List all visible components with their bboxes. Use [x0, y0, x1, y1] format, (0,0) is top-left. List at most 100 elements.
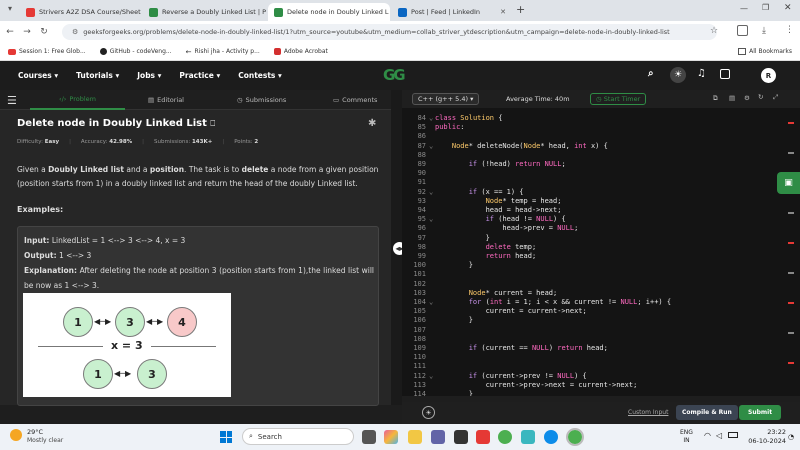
code-line[interactable]: 114 }: [402, 390, 473, 396]
download-icon[interactable]: ⤓: [762, 26, 766, 36]
browser-tab[interactable]: Strivers A2Z DSA Course/Sheet ✕: [20, 3, 142, 21]
browser-tab[interactable]: Reverse a Doubly Linked List | P ✕: [143, 3, 267, 21]
avatar[interactable]: R: [761, 68, 776, 83]
bookmark-item[interactable]: ← Rishi jha - Activity p...: [186, 48, 260, 56]
code-line[interactable]: 105 current = current->next;: [402, 307, 586, 316]
code-editor[interactable]: 84 ⌄ class Solution {85 public: 86 87 ⌄ Node…: [402, 108, 800, 396]
task-view-icon[interactable]: [362, 430, 376, 444]
bookmark-item[interactable]: Adobe Acrobat: [273, 48, 328, 55]
code-line[interactable]: 103 Node* current = head;: [402, 289, 557, 298]
code-line[interactable]: 86: [402, 132, 435, 141]
code-line[interactable]: 94 head = head->next;: [402, 206, 562, 215]
tab-problem[interactable]: ‹/› Problem: [30, 90, 125, 110]
nav-contests[interactable]: Contests ▾: [238, 71, 282, 80]
wifi-icon[interactable]: ◠: [704, 431, 711, 440]
fullscreen-icon[interactable]: ⤢: [773, 93, 778, 102]
code-line[interactable]: 95 ⌄ if (head != NULL) {: [402, 215, 566, 224]
code-line[interactable]: 108: [402, 335, 435, 344]
code-line[interactable]: 88: [402, 151, 435, 160]
file-explorer-icon[interactable]: [408, 430, 422, 444]
browser-tab[interactable]: Post | Feed | LinkedIn ✕: [392, 3, 512, 21]
code-line[interactable]: 101: [402, 270, 435, 279]
code-line[interactable]: 106 }: [402, 316, 473, 325]
nav-courses[interactable]: Courses ▾: [18, 71, 58, 80]
tab-editorial[interactable]: ▤ Editorial: [148, 96, 184, 104]
search-icon[interactable]: ⌕: [648, 68, 654, 79]
file-icon[interactable]: ▤: [729, 94, 735, 102]
taskbar-search[interactable]: ⌕ Search: [242, 428, 354, 445]
chat-icon[interactable]: ▣: [777, 172, 800, 194]
code-line[interactable]: 107: [402, 326, 435, 335]
editor-scrollbar[interactable]: [788, 112, 794, 402]
bookmark-item[interactable]: GitHub - codeVeng...: [99, 48, 172, 55]
tab-submissions[interactable]: ◷ Submissions: [237, 96, 286, 104]
code-line[interactable]: 87 ⌄ Node* deleteNode(Node* head, int x) …: [402, 142, 608, 151]
nav-tutorials[interactable]: Tutorials ▾: [76, 71, 119, 80]
theme-toggle-icon[interactable]: ☀: [670, 67, 686, 83]
code-line[interactable]: 90: [402, 169, 435, 178]
code-line[interactable]: 98 delete temp;: [402, 243, 537, 252]
menu-dots-icon[interactable]: ⋮: [785, 25, 794, 35]
reset-icon[interactable]: ↻: [758, 93, 763, 101]
nav-jobs[interactable]: Jobs ▾: [137, 71, 161, 80]
code-line[interactable]: 113 current->prev->next = current->next;: [402, 381, 637, 390]
tab-search-icon[interactable]: ▾: [8, 4, 12, 13]
code-line[interactable]: 100 }: [402, 261, 473, 270]
code-line[interactable]: 84 ⌄ class Solution {: [402, 114, 503, 123]
new-tab-icon[interactable]: +: [516, 3, 525, 16]
reload-icon[interactable]: ↻: [37, 27, 51, 37]
teams-icon[interactable]: [431, 430, 445, 444]
apps-icon[interactable]: [720, 69, 730, 79]
maximize-icon[interactable]: ❐: [762, 3, 769, 12]
copy-icon[interactable]: ⧉: [713, 94, 718, 103]
code-line[interactable]: 91: [402, 178, 435, 187]
start-timer-button[interactable]: ◷ Start Timer: [590, 93, 647, 105]
weather-temp[interactable]: 29°C: [27, 428, 43, 436]
notification-bell-icon[interactable]: ♫: [697, 68, 706, 79]
nav-practice[interactable]: Practice ▾: [179, 71, 220, 80]
code-line[interactable]: 93 Node* temp = head;: [402, 197, 562, 206]
bug-report-icon[interactable]: ✱: [368, 118, 376, 129]
weather-icon[interactable]: [10, 429, 22, 441]
weather-desc[interactable]: Mostly clear: [27, 437, 63, 444]
whatsapp-icon[interactable]: [521, 430, 535, 444]
store-icon[interactable]: [454, 430, 468, 444]
code-line[interactable]: 85 public:: [402, 123, 465, 132]
gfg-logo[interactable]: GG: [383, 66, 406, 84]
volume-icon[interactable]: ◁: [716, 431, 722, 440]
bookmark-item[interactable]: Session 1: Free Glob...: [8, 48, 86, 55]
code-line[interactable]: 89 if (!head) return NULL;: [402, 160, 566, 169]
site-info-icon[interactable]: ⚙: [72, 28, 78, 36]
all-bookmarks[interactable]: All Bookmarks: [738, 48, 792, 55]
code-line[interactable]: 112 ⌄ if (current->prev != NULL) {: [402, 372, 586, 381]
notification-icon[interactable]: ◔: [788, 433, 794, 441]
code-line[interactable]: 111: [402, 362, 435, 371]
edge-icon[interactable]: [544, 430, 558, 444]
app-icon[interactable]: [476, 430, 490, 444]
tab-comments[interactable]: ▭ Comments: [333, 96, 377, 104]
browser-tab-active[interactable]: Delete node in Doubly Linked L ✕: [268, 3, 390, 21]
clock[interactable]: 23:22 06-10-2024: [746, 428, 786, 446]
code-line[interactable]: 99 return head;: [402, 252, 537, 261]
code-line[interactable]: 97 }: [402, 234, 490, 243]
chrome-active-icon[interactable]: [566, 428, 584, 446]
compile-run-button[interactable]: Compile & Run: [676, 405, 738, 420]
battery-icon[interactable]: [728, 432, 738, 438]
extensions-icon[interactable]: [737, 25, 748, 36]
code-line[interactable]: 109 if (current == NULL) return head;: [402, 344, 608, 353]
language-select[interactable]: C++ (g++ 5.4) ▾: [412, 93, 480, 105]
language-indicator[interactable]: ENG IN: [680, 429, 693, 445]
close-window-icon[interactable]: ✕: [784, 3, 792, 13]
chrome-icon[interactable]: [498, 430, 512, 444]
close-tab-icon[interactable]: ✕: [500, 8, 506, 16]
theme-icon[interactable]: ☀: [422, 406, 435, 419]
code-line[interactable]: 92 ⌄ if (x == 1) {: [402, 188, 524, 197]
custom-input-link[interactable]: Custom Input: [628, 409, 668, 416]
settings-gear-icon[interactable]: ⚙: [744, 94, 750, 102]
code-line[interactable]: 96 head->prev = NULL;: [402, 224, 579, 233]
url-bar[interactable]: ⚙ geeksforgeeks.org/problems/delete-node…: [62, 24, 717, 40]
code-line[interactable]: 104 ⌄ for (int i = 1; i < x && current !=…: [402, 298, 671, 307]
hamburger-menu-icon[interactable]: ☰: [7, 94, 17, 107]
forward-icon[interactable]: →: [20, 27, 34, 37]
back-icon[interactable]: ←: [3, 27, 17, 37]
